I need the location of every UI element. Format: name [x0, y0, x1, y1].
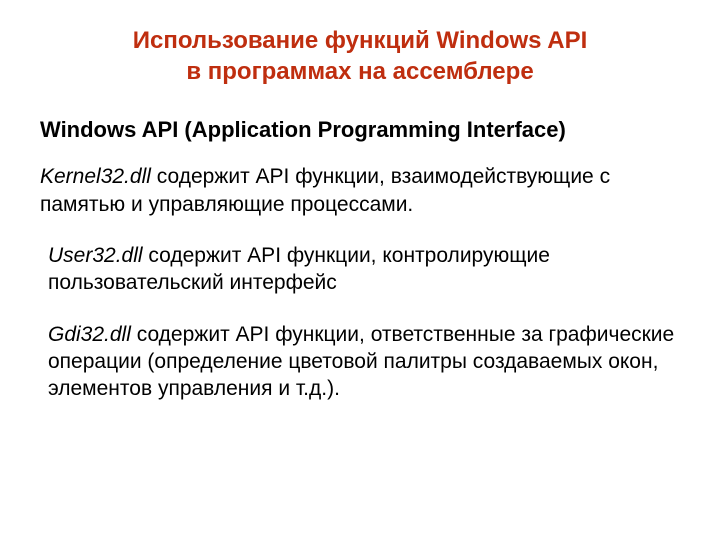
page-title: Использование функций Windows API в прог… [40, 25, 680, 87]
dll-name-gdi32: Gdi32.dll [48, 323, 131, 346]
dll-name-kernel32: Kernel32.dll [40, 165, 151, 188]
dll-name-user32: User32.dll [48, 244, 143, 267]
paragraph-gdi32: Gdi32.dll содержит API функции, ответств… [48, 321, 680, 403]
subtitle: Windows API (Application Programming Int… [40, 117, 680, 143]
paragraph-user32: User32.dll содержит API функции, контрол… [48, 242, 680, 297]
paragraph-text-gdi32: содержит API функции, ответственные за г… [48, 323, 674, 401]
paragraph-kernel32: Kernel32.dll содержит API функции, взаим… [40, 163, 680, 218]
title-line-2: в программах на ассемблере [186, 58, 533, 85]
title-line-1: Использование функций Windows API [133, 27, 588, 54]
